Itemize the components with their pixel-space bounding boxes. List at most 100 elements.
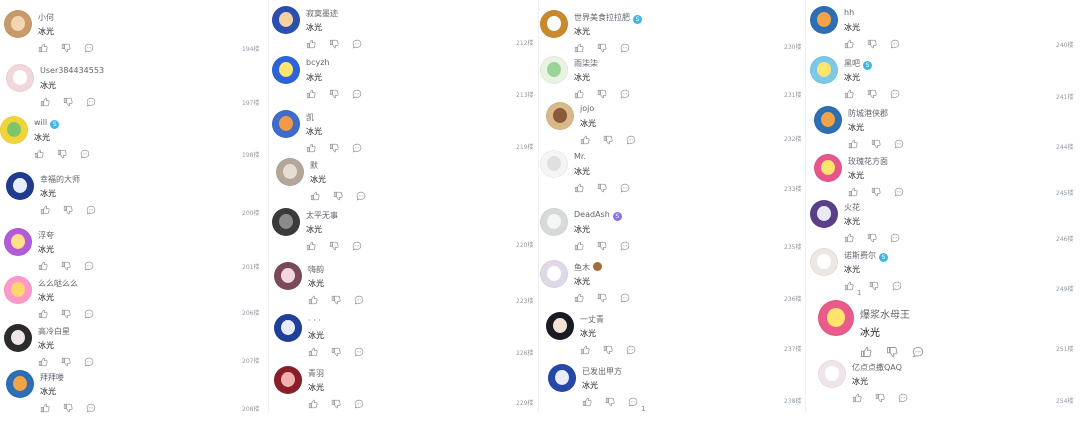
username-link[interactable]: User384434553: [40, 66, 104, 75]
dislike-icon[interactable]: [333, 191, 343, 201]
dislike-icon[interactable]: [597, 183, 607, 193]
like-icon[interactable]: [308, 399, 318, 409]
dislike-icon[interactable]: [331, 347, 341, 357]
avatar[interactable]: [6, 172, 34, 200]
like-icon[interactable]: [844, 233, 854, 243]
dislike-icon[interactable]: [597, 89, 607, 99]
avatar[interactable]: [810, 56, 838, 84]
like-icon[interactable]: [844, 39, 854, 49]
dislike-icon[interactable]: [61, 43, 71, 53]
reply-icon[interactable]: [84, 261, 94, 271]
reply-icon[interactable]: [628, 397, 638, 407]
reply-icon[interactable]: [84, 357, 94, 367]
username-link[interactable]: 一丈青: [580, 314, 604, 325]
reply-icon[interactable]: [354, 347, 364, 357]
avatar[interactable]: [540, 56, 568, 84]
avatar[interactable]: [540, 150, 568, 178]
like-icon[interactable]: [40, 205, 50, 215]
username-link[interactable]: 默: [310, 160, 318, 171]
username-link[interactable]: 么么哒么么: [38, 278, 78, 289]
avatar[interactable]: [274, 262, 302, 290]
avatar[interactable]: [272, 110, 300, 138]
avatar[interactable]: [274, 314, 302, 342]
reply-icon[interactable]: [890, 89, 900, 99]
reply-icon[interactable]: [626, 345, 636, 355]
username-link[interactable]: 玫瑰花方面: [848, 156, 888, 167]
like-icon[interactable]: [306, 89, 316, 99]
reply-icon[interactable]: [86, 205, 96, 215]
reply-icon[interactable]: [354, 399, 364, 409]
reply-icon[interactable]: [890, 39, 900, 49]
like-icon[interactable]: [848, 187, 858, 197]
reply-icon[interactable]: [620, 241, 630, 251]
like-icon[interactable]: [310, 191, 320, 201]
like-icon[interactable]: [40, 97, 50, 107]
like-icon[interactable]: [306, 241, 316, 251]
dislike-icon[interactable]: [886, 346, 898, 358]
username-link[interactable]: 世界美食拉拉肥 S: [574, 12, 642, 24]
reply-icon[interactable]: [894, 139, 904, 149]
avatar[interactable]: [814, 154, 842, 182]
dislike-icon[interactable]: [867, 39, 877, 49]
avatar[interactable]: [540, 10, 568, 38]
dislike-icon[interactable]: [605, 397, 615, 407]
like-icon[interactable]: [582, 397, 592, 407]
reply-icon[interactable]: [356, 191, 366, 201]
username-link[interactable]: DeadAsh S: [574, 210, 622, 221]
like-icon[interactable]: [38, 357, 48, 367]
like-icon[interactable]: [574, 43, 584, 53]
username-link[interactable]: jojo: [580, 104, 594, 113]
dislike-icon[interactable]: [597, 241, 607, 251]
avatar[interactable]: [540, 208, 568, 236]
username-link[interactable]: 黑吧 S: [844, 58, 872, 70]
username-link[interactable]: 寂寞墨迹: [306, 8, 338, 19]
username-link[interactable]: 浮夸: [38, 230, 54, 241]
dislike-icon[interactable]: [871, 187, 881, 197]
avatar[interactable]: [814, 106, 842, 134]
dislike-icon[interactable]: [871, 139, 881, 149]
like-icon[interactable]: [860, 346, 872, 358]
avatar[interactable]: [4, 324, 32, 352]
like-icon[interactable]: [580, 345, 590, 355]
avatar[interactable]: [272, 208, 300, 236]
dislike-icon[interactable]: [329, 89, 339, 99]
avatar[interactable]: [274, 366, 302, 394]
dislike-icon[interactable]: [329, 241, 339, 251]
reply-icon[interactable]: [84, 309, 94, 319]
avatar[interactable]: [818, 360, 846, 388]
reply-icon[interactable]: [352, 89, 362, 99]
like-icon[interactable]: [306, 39, 316, 49]
like-icon[interactable]: [34, 149, 44, 159]
like-icon[interactable]: [308, 347, 318, 357]
username-link[interactable]: 火花: [844, 202, 860, 213]
reply-icon[interactable]: [620, 43, 630, 53]
username-link[interactable]: 太平无事: [306, 210, 338, 221]
dislike-icon[interactable]: [57, 149, 67, 159]
username-link[interactable]: Mr.: [574, 152, 586, 161]
like-icon[interactable]: [38, 43, 48, 53]
reply-icon[interactable]: [890, 233, 900, 243]
username-link[interactable]: 幸福的大师: [40, 174, 80, 185]
like-icon[interactable]: [844, 281, 854, 291]
reply-icon[interactable]: [620, 89, 630, 99]
reply-icon[interactable]: [86, 97, 96, 107]
like-icon[interactable]: [38, 309, 48, 319]
username-link[interactable]: will S: [34, 118, 60, 129]
dislike-icon[interactable]: [61, 261, 71, 271]
reply-icon[interactable]: [898, 393, 908, 403]
avatar[interactable]: [546, 312, 574, 340]
reply-icon[interactable]: [352, 241, 362, 251]
avatar[interactable]: [818, 300, 854, 336]
reply-icon[interactable]: [892, 281, 902, 291]
like-icon[interactable]: [580, 135, 590, 145]
username-link[interactable]: 亿点点撒QAQ: [852, 362, 902, 373]
username-link[interactable]: bcyzh: [306, 58, 329, 67]
like-icon[interactable]: [574, 89, 584, 99]
avatar[interactable]: [810, 6, 838, 34]
username-link[interactable]: 诺斯费尔 S: [844, 250, 888, 262]
username-link[interactable]: 小何: [38, 12, 54, 23]
like-icon[interactable]: [574, 293, 584, 303]
like-icon[interactable]: [574, 183, 584, 193]
reply-icon[interactable]: [620, 183, 630, 193]
avatar[interactable]: [540, 260, 568, 288]
